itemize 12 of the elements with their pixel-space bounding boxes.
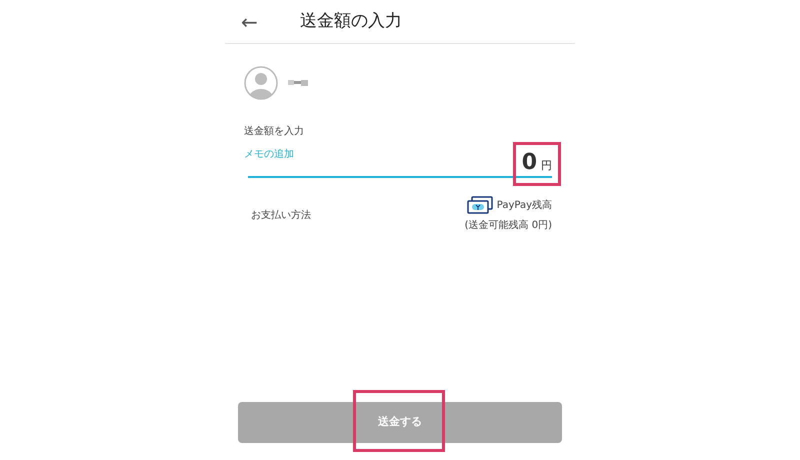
- amount-value: 0: [522, 152, 537, 174]
- amount-label: 送金額を入力: [244, 126, 304, 137]
- page-title: 送金額の入力: [300, 10, 402, 33]
- memo-link[interactable]: メモの追加: [244, 147, 294, 162]
- payment-method-name: PayPay残高: [496, 198, 552, 212]
- available-balance-note: (送金可能残高 0円): [464, 218, 552, 233]
- currency-unit: 円: [541, 158, 552, 174]
- payment-method-label: お支払い方法: [251, 208, 311, 223]
- redacted-name: [288, 79, 308, 87]
- banknote-icon: [466, 196, 493, 214]
- avatar-icon: [244, 66, 278, 100]
- back-button[interactable]: ←: [237, 12, 262, 32]
